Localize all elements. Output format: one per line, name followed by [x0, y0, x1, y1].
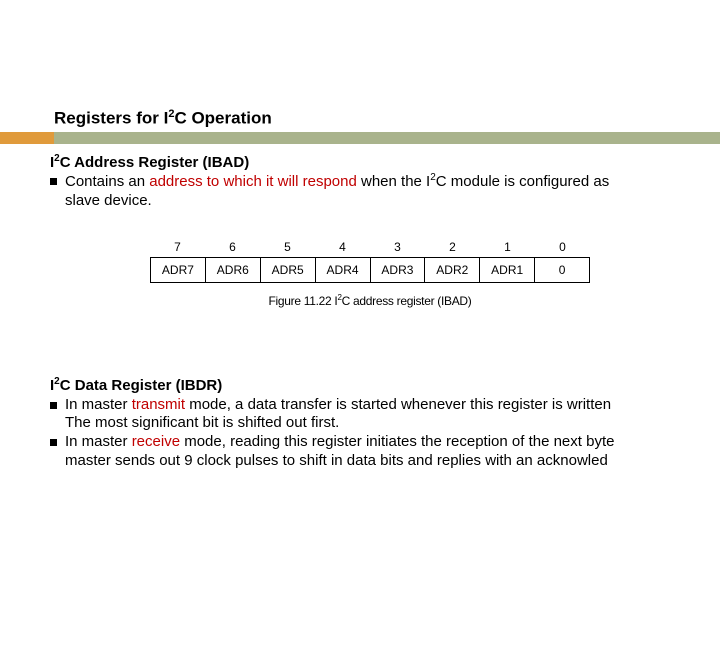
accent-olive — [54, 132, 720, 144]
h-post: C Address Register (IBAD) — [60, 154, 249, 171]
slide: Registers for I2C Operation I2C Address … — [0, 108, 720, 471]
bit-name: ADR7 — [150, 257, 206, 283]
bit-name: ADR5 — [261, 257, 316, 283]
h2-post: C Data Register (IBDR) — [60, 377, 223, 394]
b1-red: transmit — [132, 396, 185, 413]
b-pre: Contains an — [65, 173, 149, 190]
ibad-bullet: Contains an address to which it will res… — [50, 172, 720, 192]
section-ibad: I2C Address Register (IBAD) Contains an … — [50, 153, 720, 211]
bit-num: 4 — [315, 237, 370, 257]
page-title: Registers for I2C Operation — [54, 108, 720, 129]
bit-names: ADR7 ADR6 ADR5 ADR4 ADR3 ADR2 ADR1 0 — [150, 257, 590, 283]
accent-orange — [0, 132, 54, 144]
figure-caption: Figure 11.22 I2C address register (IBAD) — [150, 293, 590, 308]
bullet-icon — [50, 178, 57, 185]
bit-num: 7 — [150, 237, 205, 257]
ibad-bullet-cont: slave device. — [65, 192, 720, 211]
bit-name: ADR3 — [371, 257, 426, 283]
bit-name: ADR1 — [480, 257, 535, 283]
b2-pre: In master — [65, 433, 132, 450]
section-ibdr: I2C Data Register (IBDR) In master trans… — [50, 376, 720, 471]
bit-name: 0 — [535, 257, 590, 283]
bit-num: 5 — [260, 237, 315, 257]
register-figure: 7 6 5 4 3 2 1 0 ADR7 ADR6 ADR5 ADR4 ADR3… — [150, 237, 590, 308]
title-pre: Registers for I — [54, 109, 168, 128]
b2-post: mode, reading this register initiates th… — [180, 433, 614, 450]
title-underline — [0, 132, 720, 144]
b-post: C module is configured as — [436, 173, 609, 190]
bit-num: 0 — [535, 237, 590, 257]
b-mid: when the I — [357, 173, 430, 190]
bit-name: ADR6 — [206, 257, 261, 283]
cap-post: C address register (IBAD) — [342, 294, 472, 308]
ibad-heading: I2C Address Register (IBAD) — [50, 153, 720, 173]
bit-name: ADR4 — [316, 257, 371, 283]
ibdr-b1-text: In master transmit mode, a data transfer… — [65, 396, 720, 415]
bullet-icon — [50, 402, 57, 409]
ibdr-b1-cont: The most significant bit is shifted out … — [65, 414, 720, 433]
bit-num: 6 — [205, 237, 260, 257]
b2-red: receive — [132, 433, 180, 450]
bullet-icon — [50, 439, 57, 446]
b1-post: mode, a data transfer is started wheneve… — [185, 396, 611, 413]
bit-num: 3 — [370, 237, 425, 257]
bit-num: 1 — [480, 237, 535, 257]
ibdr-bullet-1: In master transmit mode, a data transfer… — [50, 396, 720, 415]
bit-name: ADR2 — [425, 257, 480, 283]
ibdr-b2-text: In master receive mode, reading this reg… — [65, 433, 720, 452]
title-post: C Operation — [174, 109, 271, 128]
bit-num: 2 — [425, 237, 480, 257]
ibdr-heading: I2C Data Register (IBDR) — [50, 376, 720, 396]
bit-numbers: 7 6 5 4 3 2 1 0 — [150, 237, 590, 257]
ibdr-bullet-2: In master receive mode, reading this reg… — [50, 433, 720, 452]
cap-pre: Figure 11.22 I — [269, 294, 338, 308]
ibad-bullet-text: Contains an address to which it will res… — [65, 172, 720, 192]
b-red: address to which it will respond — [149, 173, 357, 190]
b1-pre: In master — [65, 396, 132, 413]
ibdr-b2-cont: master sends out 9 clock pulses to shift… — [65, 452, 720, 471]
